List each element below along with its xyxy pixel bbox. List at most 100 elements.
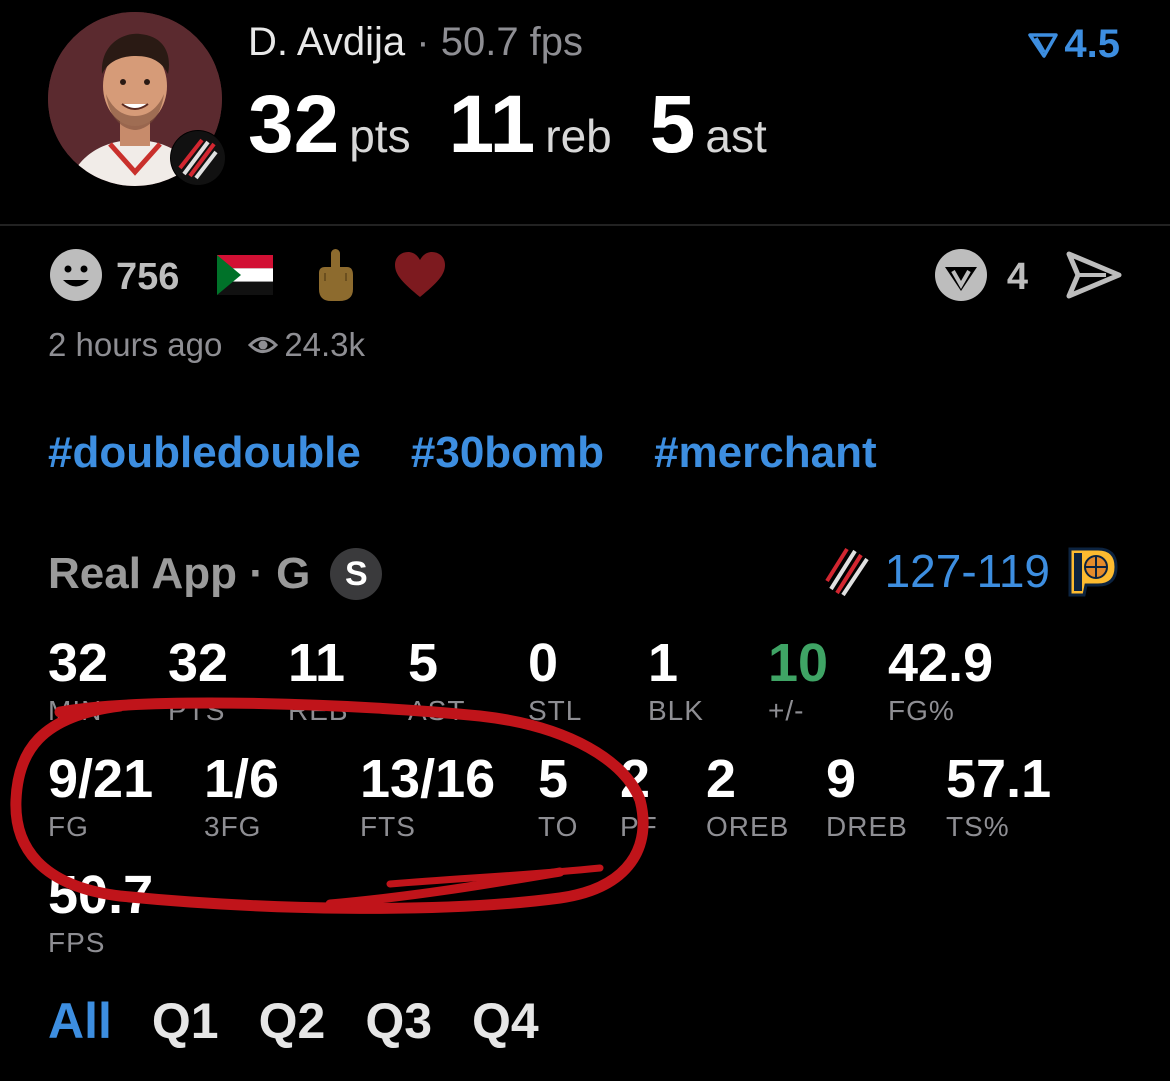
period-tabs: All Q1 Q2 Q3 Q4	[48, 992, 539, 1050]
stat-label: AST	[408, 695, 466, 726]
middle-finger-icon[interactable]	[313, 247, 357, 308]
stat-label: REB	[288, 695, 349, 726]
stat-label: FTS	[360, 811, 416, 842]
comment-logo-icon[interactable]	[933, 247, 989, 308]
tab-q1[interactable]: Q1	[152, 992, 219, 1050]
rank-value: 4.5	[1064, 22, 1120, 66]
stat-value: 1/6	[204, 749, 280, 809]
stat-ts-pct: 57.1 TS%	[946, 750, 1051, 844]
home-score: 127	[884, 545, 962, 597]
stat-label: +/-	[768, 695, 805, 726]
stat-label: OREB	[706, 811, 790, 842]
assists-unit: ast	[705, 110, 767, 162]
stat-value: 50.7	[48, 865, 154, 925]
tab-all[interactable]: All	[48, 992, 112, 1050]
stat-value: 5	[408, 633, 439, 693]
stat-value: 32	[48, 633, 109, 693]
stat-label: PF	[620, 811, 658, 842]
s-badge: S	[330, 548, 383, 600]
view-count: 24.3k	[284, 326, 366, 363]
time-ago: 2 hours ago	[48, 326, 223, 363]
stat-value: 5	[538, 749, 569, 809]
stat-blk: 1 BLK	[648, 634, 704, 728]
stat-value: 32	[168, 633, 229, 693]
stat-label: TO	[538, 811, 579, 842]
game-source: Real App · G S	[48, 548, 383, 600]
tab-q4[interactable]: Q4	[472, 992, 539, 1050]
stat-label: 3FG	[204, 811, 262, 842]
stat-value: 13/16	[360, 749, 496, 809]
stat-3fg: 1/6 3FG	[204, 750, 279, 844]
score-dash: -	[961, 545, 977, 597]
comment-count: 4	[1006, 255, 1028, 298]
stat-value: 57.1	[946, 749, 1052, 809]
trail-blazers-logo-icon	[170, 130, 226, 186]
points-value: 32	[248, 79, 340, 170]
trail-blazers-logo-icon	[824, 545, 871, 597]
stat-value: 1	[648, 633, 679, 693]
player-fps: 50.7 fps	[440, 20, 584, 64]
stat-label: STL	[528, 695, 583, 726]
hashtag-list: #doubledouble #30bomb #merchant	[48, 428, 877, 478]
stat-fps: 50.7 FPS	[48, 866, 153, 960]
stat-value: 42.9	[888, 633, 994, 693]
stat-value: 0	[528, 633, 559, 693]
tab-q3[interactable]: Q3	[365, 992, 432, 1050]
stat-to: 5 TO	[538, 750, 578, 844]
reaction-count: 756	[116, 255, 180, 298]
hashtag[interactable]: #30bomb	[411, 428, 604, 478]
smiley-icon[interactable]	[48, 247, 104, 308]
stat-label: TS%	[946, 811, 1010, 842]
stat-dreb: 9 DREB	[826, 750, 908, 844]
stat-value: 11	[288, 633, 346, 693]
post-actions: 4	[933, 248, 1122, 306]
away-score: 119	[976, 545, 1050, 597]
stat-value: 2	[706, 749, 737, 809]
game-source-label: Real App · G	[48, 549, 311, 598]
name-separator: ·	[416, 20, 430, 64]
assists-value: 5	[649, 79, 696, 170]
stat-ast: 5 AST	[408, 634, 465, 728]
stat-stl: 0 STL	[528, 634, 582, 728]
stat-value: 9	[826, 749, 857, 809]
stat-label: MIN	[48, 695, 103, 726]
tab-q2[interactable]: Q2	[259, 992, 326, 1050]
player-name[interactable]: D. Avdija	[248, 20, 405, 64]
stat-pts: 32 PTS	[168, 634, 228, 728]
eye-icon	[248, 334, 279, 356]
stat-value: 2	[620, 749, 651, 809]
rebounds-value: 11	[448, 79, 536, 170]
heart-icon[interactable]	[393, 251, 447, 304]
share-send-icon[interactable]	[1066, 250, 1122, 305]
stat-pf: 2 PF	[620, 750, 658, 844]
game-score[interactable]: 127-119	[824, 544, 1120, 598]
stat-label: DREB	[826, 811, 908, 842]
stat-fg: 9/21 FG	[48, 750, 153, 844]
post-meta: 2 hours ago 24.3k	[48, 326, 365, 364]
rank-chevron-icon	[1028, 32, 1059, 58]
stat-label: PTS	[168, 695, 226, 726]
stat-label: FG	[48, 811, 89, 842]
stat-value: 10	[768, 633, 829, 693]
reaction-bar: 756	[48, 248, 447, 306]
stat-plus-minus: 10 +/-	[768, 634, 828, 728]
hashtag[interactable]: #merchant	[654, 428, 877, 478]
header-divider	[0, 224, 1170, 226]
sudan-flag-icon[interactable]	[217, 254, 274, 300]
points-unit: pts	[349, 110, 411, 162]
stat-label: FG%	[888, 695, 955, 726]
stat-fg-pct: 42.9 FG%	[888, 634, 993, 728]
stat-value: 9/21	[48, 749, 154, 809]
stat-reb: 11 REB	[288, 634, 349, 728]
stat-line: 32 pts 11 reb 5 ast	[248, 78, 805, 172]
rebounds-unit: reb	[545, 110, 612, 162]
stat-min: 32 MIN	[48, 634, 108, 728]
rank-indicator[interactable]: 4.5	[1028, 22, 1120, 67]
stat-label: BLK	[648, 695, 704, 726]
hashtag[interactable]: #doubledouble	[48, 428, 361, 478]
player-name-line[interactable]: D. Avdija · 50.7 fps	[248, 20, 583, 65]
stat-fts: 13/16 FTS	[360, 750, 495, 844]
stat-label: FPS	[48, 927, 106, 958]
stat-oreb: 2 OREB	[706, 750, 789, 844]
pacers-logo-icon	[1064, 545, 1120, 597]
